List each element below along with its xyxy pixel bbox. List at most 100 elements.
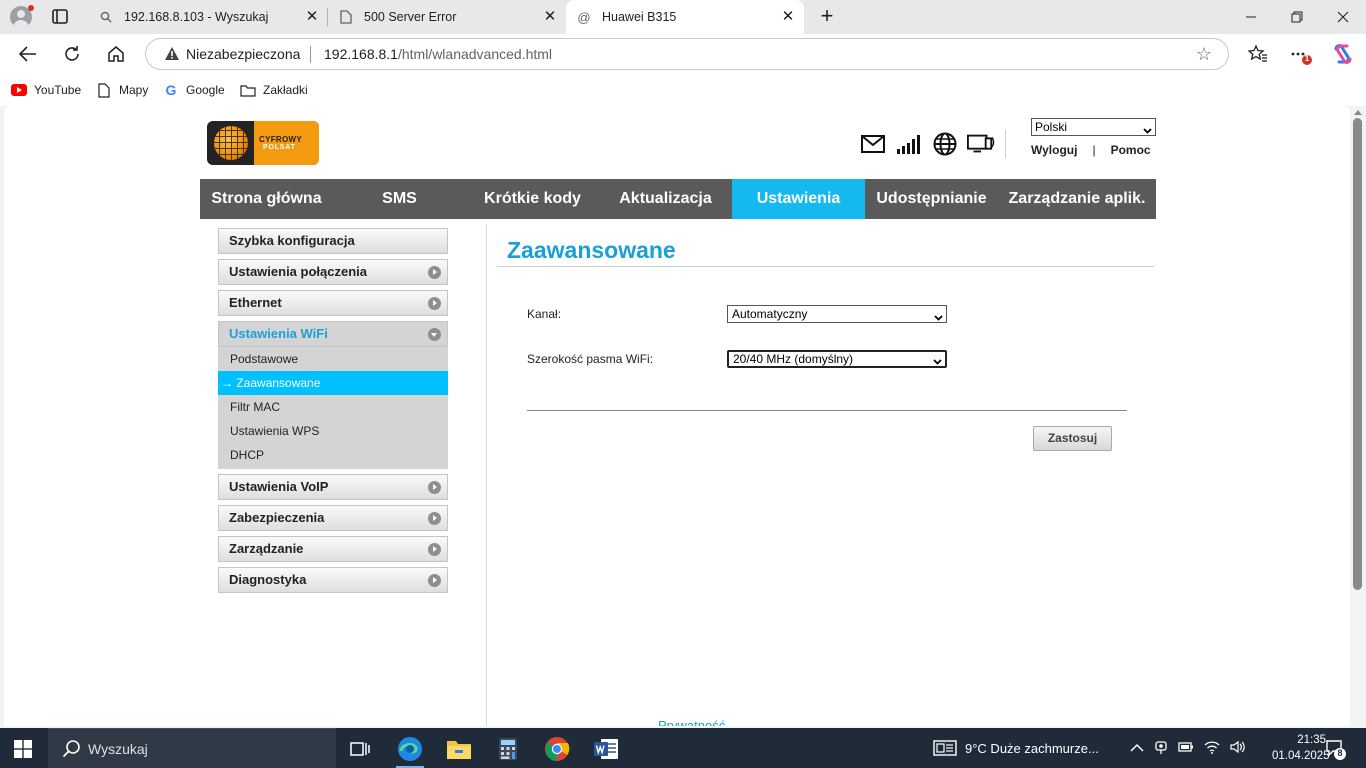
google-icon: G xyxy=(165,82,177,98)
chevron-right-icon xyxy=(428,481,441,494)
copilot-icon[interactable] xyxy=(1331,42,1355,66)
reload-icon[interactable] xyxy=(60,42,84,66)
chevron-right-icon xyxy=(428,574,441,587)
favorites-icon[interactable] xyxy=(1246,42,1270,66)
meet-now-icon[interactable] xyxy=(1154,739,1168,758)
channel-select[interactable]: Automatyczny xyxy=(727,305,947,323)
sidebar-item-ethernet[interactable]: Ethernet xyxy=(218,290,448,316)
tab-server-error[interactable]: 500 Server Error ✕ xyxy=(328,0,566,34)
main-navigation: Strona główna SMS Krótkie kody Aktualiza… xyxy=(200,179,1156,219)
apply-button[interactable]: Zastosuj xyxy=(1033,426,1112,451)
windows-taskbar: Wyszukaj 9°C Duże zachmurze... 21:35 01.… xyxy=(0,728,1366,768)
chevron-down-icon xyxy=(933,355,942,365)
tab-search[interactable]: 192.168.8.103 - Wyszukaj ✕ xyxy=(88,0,328,34)
bandwidth-select[interactable]: 20/40 MHz (domyślny) xyxy=(727,350,947,368)
wifi-submenu: Podstawowe → Zaawansowane Filtr MAC Usta… xyxy=(218,347,448,469)
chevron-right-icon xyxy=(428,512,441,525)
weather-text: 9°C Duże zachmurze... xyxy=(965,740,1099,756)
sidebar-item-label: Ustawienia VoIP xyxy=(229,479,329,494)
sidebar-item-security[interactable]: Zabezpieczenia xyxy=(218,505,448,531)
security-label[interactable]: Niezabezpieczona xyxy=(186,46,300,62)
warning-icon[interactable] xyxy=(164,46,180,62)
wifi-icon[interactable] xyxy=(1204,740,1220,757)
search-icon xyxy=(62,739,82,759)
mail-icon[interactable] xyxy=(859,131,887,157)
taskbar-search[interactable]: Wyszukaj xyxy=(48,728,336,768)
file-explorer-icon[interactable] xyxy=(439,732,479,766)
volume-icon[interactable] xyxy=(1230,740,1246,757)
sidebar-item-label: Szybka konfiguracja xyxy=(229,233,355,248)
language-select[interactable]: Polski xyxy=(1031,118,1156,136)
bookmark-label: Zakładki xyxy=(263,83,308,97)
nav-short-codes[interactable]: Krótkie kody xyxy=(466,179,599,219)
address-bar[interactable]: Niezabezpieczona 192.168.8.1/html/wlanad… xyxy=(145,38,1229,70)
url-path: /html/wlanadvanced.html xyxy=(397,46,553,62)
close-tab-icon[interactable]: ✕ xyxy=(542,9,558,25)
search-icon xyxy=(98,9,114,25)
minimize-icon[interactable] xyxy=(1228,0,1274,34)
scroll-up-icon[interactable] xyxy=(1354,110,1362,115)
restore-icon[interactable] xyxy=(1274,0,1320,34)
more-menu-icon[interactable]: 1 xyxy=(1288,42,1312,66)
bookmark-youtube[interactable]: YouTube xyxy=(11,82,81,98)
sidebar-item-voip[interactable]: Ustawienia VoIP xyxy=(218,474,448,500)
submenu-item-basic[interactable]: Podstawowe xyxy=(218,347,448,371)
notification-center-icon[interactable]: 8 xyxy=(1324,738,1346,760)
sidebar-item-management[interactable]: Zarządzanie xyxy=(218,536,448,562)
word-icon[interactable] xyxy=(586,732,626,766)
back-icon[interactable] xyxy=(16,42,40,66)
submenu-item-wps[interactable]: Ustawienia WPS xyxy=(218,419,448,443)
nav-sms[interactable]: SMS xyxy=(333,179,466,219)
sidebar-item-label: Zabezpieczenia xyxy=(229,510,325,525)
submenu-item-dhcp[interactable]: DHCP xyxy=(218,443,448,467)
new-tab-icon[interactable]: + xyxy=(816,5,838,28)
sidebar-item-diagnostics[interactable]: Diagnostyka xyxy=(218,567,448,593)
scrollbar-thumb[interactable] xyxy=(1353,118,1362,590)
bookmark-label: Mapy xyxy=(119,83,149,97)
logout-link[interactable]: Wyloguj xyxy=(1031,143,1077,157)
chevron-up-icon[interactable] xyxy=(1130,741,1144,756)
nav-sharing[interactable]: Udostępnianie xyxy=(865,179,998,219)
bookmark-mapy[interactable]: Mapy xyxy=(96,82,148,98)
top-links: Wyloguj | Pomoc xyxy=(1031,143,1151,157)
star-icon[interactable]: ☆ xyxy=(1194,44,1214,64)
help-link[interactable]: Pomoc xyxy=(1111,143,1151,157)
system-clock[interactable]: 21:35 01.04.2025 xyxy=(1272,732,1330,764)
chrome-icon[interactable] xyxy=(537,732,577,766)
url-text[interactable]: 192.168.8.1/html/wlanadvanced.html xyxy=(324,46,552,62)
search-placeholder: Wyszukaj xyxy=(88,741,148,757)
close-window-icon[interactable] xyxy=(1320,0,1366,34)
close-tab-icon[interactable]: ✕ xyxy=(780,9,796,25)
sidebar-item-wifi[interactable]: Ustawienia WiFi xyxy=(218,321,448,347)
profile-alert-dot xyxy=(28,5,34,11)
battery-icon[interactable] xyxy=(1178,741,1194,756)
nav-update[interactable]: Aktualizacja xyxy=(599,179,732,219)
weather-widget[interactable]: 9°C Duże zachmurze... xyxy=(933,728,1099,768)
footer-link-partial[interactable]: Prywatność xyxy=(658,718,725,726)
chevron-right-icon xyxy=(428,266,441,279)
tab-actions-icon[interactable] xyxy=(50,8,70,26)
home-icon[interactable] xyxy=(104,42,128,66)
bookmark-zakladki[interactable]: Zakładki xyxy=(240,82,308,98)
nav-app-management[interactable]: Zarządzanie aplik. xyxy=(998,179,1156,219)
calculator-icon[interactable] xyxy=(488,732,528,766)
windows-start-icon[interactable] xyxy=(14,740,32,758)
notification-count: 8 xyxy=(1337,748,1343,758)
submenu-item-advanced[interactable]: → Zaawansowane xyxy=(218,371,448,395)
youtube-icon xyxy=(11,82,27,98)
nav-settings[interactable]: Ustawienia xyxy=(732,179,865,219)
page-icon xyxy=(96,82,112,98)
edge-browser-icon[interactable] xyxy=(390,732,430,768)
sidebar-item-connection[interactable]: Ustawienia połączenia xyxy=(218,259,448,285)
task-view-icon[interactable] xyxy=(340,732,380,766)
close-tab-icon[interactable]: ✕ xyxy=(304,9,320,25)
bookmark-google[interactable]: G Google xyxy=(163,82,225,98)
submenu-item-mac-filter[interactable]: Filtr MAC xyxy=(218,395,448,419)
at-icon: @ xyxy=(577,9,591,25)
nav-home[interactable]: Strona główna xyxy=(200,179,333,219)
bookmark-label: Google xyxy=(186,83,225,97)
logo-globe-icon xyxy=(214,126,248,160)
tab-huawei[interactable]: @ Huawei B315 ✕ xyxy=(566,0,804,34)
sidebar-item-quick-setup[interactable]: Szybka konfiguracja xyxy=(218,228,448,254)
sidebar-item-label: Ustawienia WiFi xyxy=(229,326,328,341)
